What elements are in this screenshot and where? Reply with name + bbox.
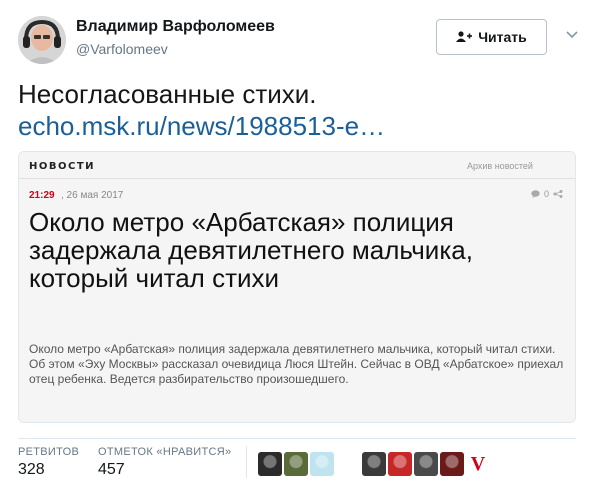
card-screenshot: НОВОСТИ Архив новостей 21:29 , 26 мая 20… bbox=[19, 152, 575, 422]
liker-avatar-photo bbox=[362, 452, 386, 476]
card-comments-count: 0 bbox=[544, 189, 550, 199]
author-name[interactable]: Владимир Варфоломеев bbox=[76, 18, 275, 36]
tweet-link[interactable]: echo.msk.ru/news/1988513-e… bbox=[18, 110, 385, 142]
tweet-text: Несогласованные стихи. bbox=[18, 79, 317, 109]
card-archive-link: Архив новостей bbox=[467, 161, 533, 171]
follow-button[interactable]: Читать bbox=[436, 19, 547, 55]
liker-avatar-1[interactable] bbox=[258, 452, 282, 476]
tweet-header: Владимир Варфоломеев @Varfolomeev Читать bbox=[18, 14, 578, 64]
likes-count[interactable]: 457 bbox=[98, 461, 125, 479]
author-avatar[interactable] bbox=[18, 16, 66, 64]
liker-avatar-photo bbox=[414, 452, 438, 476]
liker-avatar-photo bbox=[336, 452, 360, 476]
liker-avatar-3[interactable] bbox=[310, 452, 334, 476]
link-preview-card[interactable]: НОВОСТИ Архив новостей 21:29 , 26 мая 20… bbox=[18, 151, 576, 423]
avatar-headphones-portrait-icon bbox=[18, 16, 66, 64]
liker-avatar-5[interactable] bbox=[362, 452, 386, 476]
follow-button-label: Читать bbox=[478, 29, 527, 45]
liker-avatar-photo bbox=[388, 452, 412, 476]
liker-avatar-photo bbox=[310, 452, 334, 476]
liker-avatar-8[interactable] bbox=[440, 452, 464, 476]
card-date: , 26 мая 2017 bbox=[61, 190, 124, 201]
liker-avatar-photo bbox=[284, 452, 308, 476]
card-divider bbox=[19, 178, 575, 179]
card-headline: Около метро «Арбатская» полиция задержал… bbox=[29, 207, 473, 293]
author-handle[interactable]: @Varfolomeev bbox=[76, 41, 168, 57]
retweets-label[interactable]: РЕТВИТОВ bbox=[18, 446, 79, 458]
liker-avatar-6[interactable] bbox=[388, 452, 412, 476]
add-user-icon bbox=[456, 31, 473, 42]
share-icon bbox=[553, 190, 563, 198]
liker-avatar-9[interactable]: V bbox=[466, 452, 490, 476]
comment-icon bbox=[531, 190, 540, 198]
retweets-count[interactable]: 328 bbox=[18, 461, 45, 479]
liker-avatar-photo bbox=[440, 452, 464, 476]
liker-avatar-letter: V bbox=[470, 452, 486, 475]
liker-avatar-7[interactable] bbox=[414, 452, 438, 476]
likes-label[interactable]: ОТМЕТОК «НРАВИТСЯ» bbox=[98, 446, 231, 458]
stats-divider bbox=[18, 438, 576, 439]
card-time: 21:29 bbox=[29, 190, 55, 201]
card-summary: Около метро «Арбатская» полиция задержал… bbox=[29, 342, 564, 386]
card-section-label: НОВОСТИ bbox=[29, 161, 96, 172]
liker-avatar-photo bbox=[258, 452, 282, 476]
chevron-down-icon[interactable] bbox=[564, 26, 580, 42]
liker-avatar-2[interactable] bbox=[284, 452, 308, 476]
card-comments: 0 bbox=[531, 189, 563, 199]
liker-avatar-4[interactable] bbox=[336, 452, 360, 476]
stats-separator bbox=[246, 446, 247, 478]
